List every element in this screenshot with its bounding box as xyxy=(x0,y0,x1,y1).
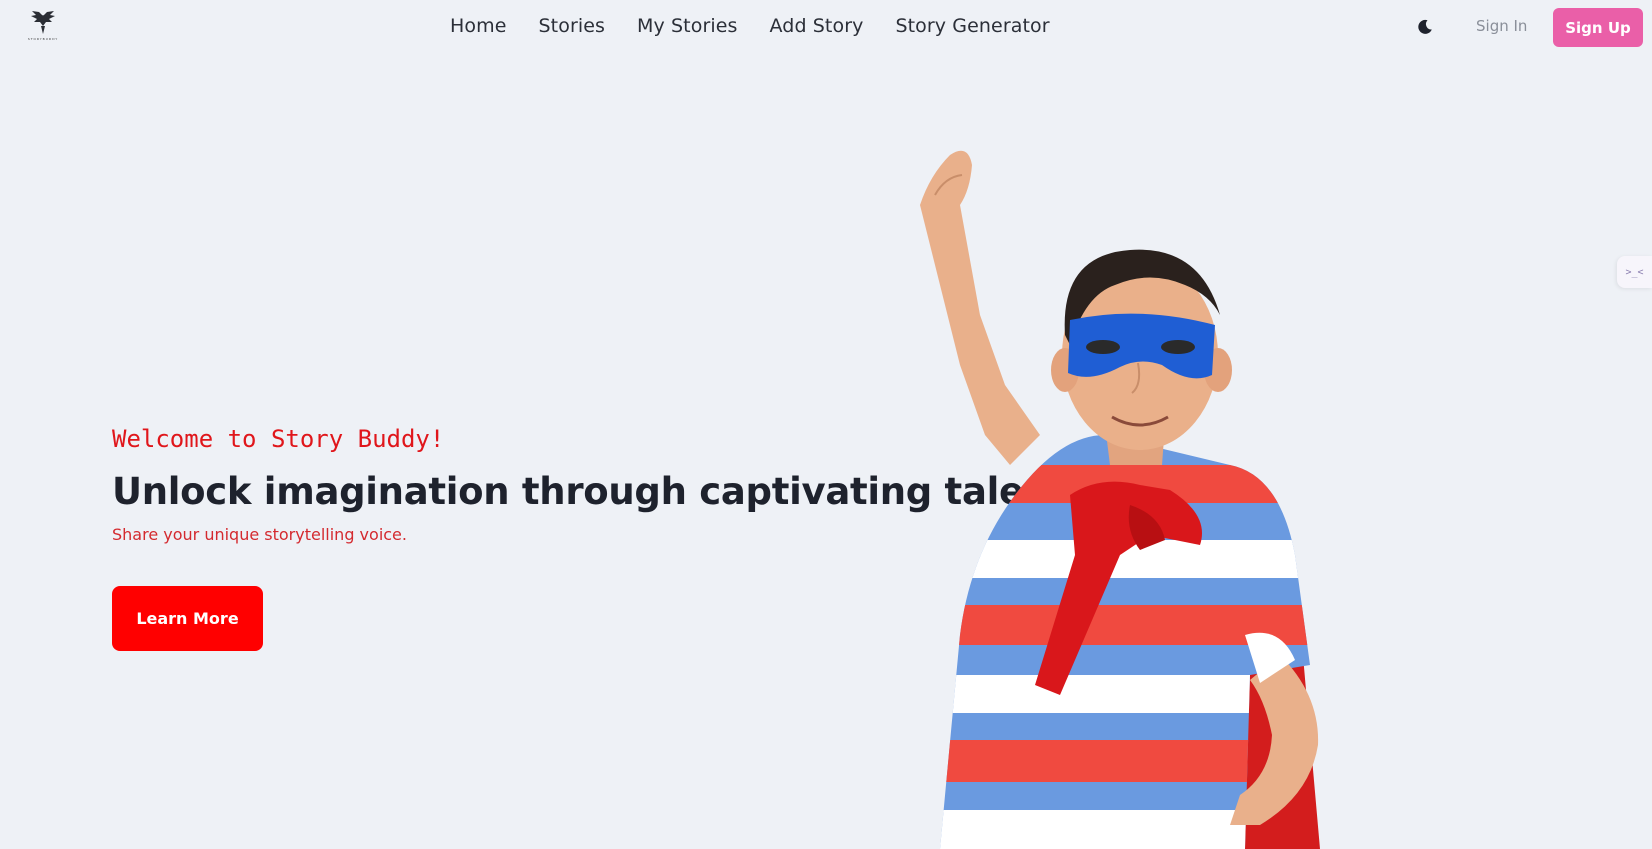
nav-link-add-story[interactable]: Add Story xyxy=(770,15,864,37)
nav-link-story-generator[interactable]: Story Generator xyxy=(895,15,1049,37)
sign-up-button[interactable]: Sign Up xyxy=(1553,8,1643,47)
superhero-kid-image xyxy=(920,150,1320,849)
side-widget-tab[interactable]: >_< xyxy=(1617,256,1652,288)
logo-wordmark: STORYBUDDY xyxy=(27,37,59,41)
site-logo[interactable]: STORYBUDDY xyxy=(26,10,60,44)
hero-subtitle: Share your unique storytelling voice. xyxy=(112,525,407,544)
nav-link-my-stories[interactable]: My Stories xyxy=(637,15,738,37)
top-navbar: STORYBUDDY Home Stories My Stories Add S… xyxy=(0,0,1652,54)
hero-welcome-text: Welcome to Story Buddy! xyxy=(112,425,445,453)
main-nav: Home Stories My Stories Add Story Story … xyxy=(450,15,1050,37)
nav-link-stories[interactable]: Stories xyxy=(539,15,606,37)
learn-more-button[interactable]: Learn More xyxy=(112,586,263,651)
theme-toggle-button[interactable] xyxy=(1414,16,1436,38)
sign-in-link[interactable]: Sign In xyxy=(1476,17,1527,35)
eagle-logo-icon xyxy=(31,11,55,34)
side-widget-icon: >_< xyxy=(1625,266,1644,278)
moon-icon xyxy=(1418,19,1432,34)
nav-link-home[interactable]: Home xyxy=(450,15,507,37)
